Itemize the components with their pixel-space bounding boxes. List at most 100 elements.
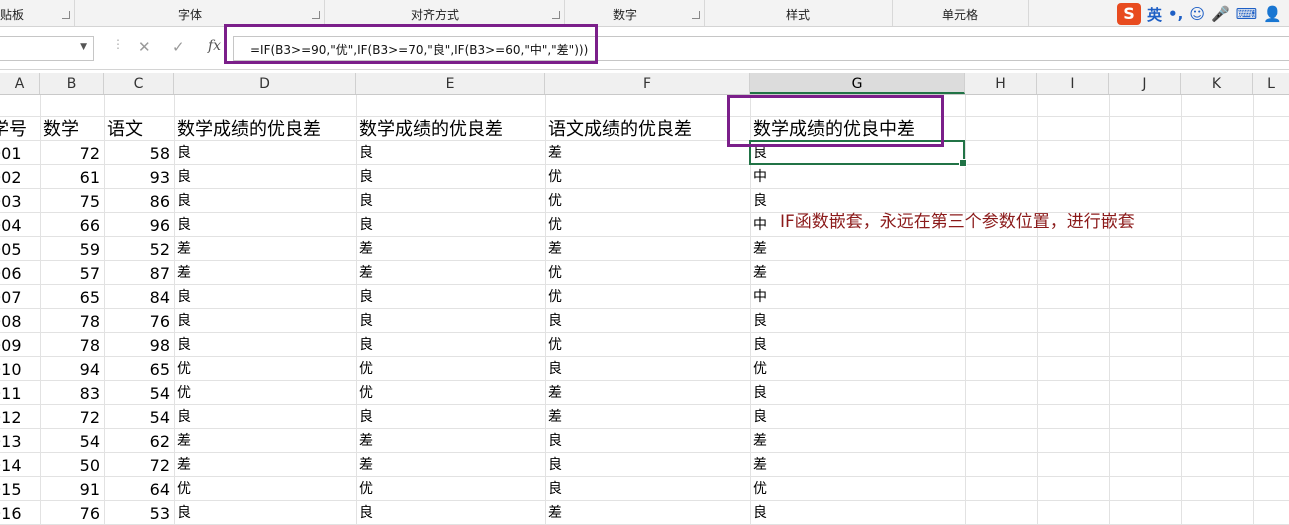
cell-id[interactable]: 006 xyxy=(0,261,40,285)
column-header-i[interactable]: I xyxy=(1037,73,1109,94)
cell-e[interactable]: 良 xyxy=(359,213,544,237)
column-header-e[interactable]: E xyxy=(356,73,545,94)
cell-d[interactable]: 差 xyxy=(177,453,355,477)
cell-g[interactable]: 良 xyxy=(753,333,964,357)
column-header-j[interactable]: J xyxy=(1109,73,1181,94)
worksheet-grid[interactable]: 学号 数学 语文 数学成绩的优良差 数学成绩的优良差 语文成绩的优良差 数学成绩… xyxy=(0,95,1289,525)
cell-d[interactable]: 良 xyxy=(177,165,355,189)
cell-g[interactable]: 优 xyxy=(753,477,964,501)
cell-g[interactable]: 差 xyxy=(753,237,964,261)
cell-math[interactable]: 78 xyxy=(40,333,100,357)
font-launcher-icon[interactable] xyxy=(312,11,320,19)
cell-f[interactable]: 良 xyxy=(548,429,749,453)
cell-id[interactable]: 004 xyxy=(0,213,40,237)
header-cell-d[interactable]: 数学成绩的优良差 xyxy=(177,117,355,141)
cell-e[interactable]: 良 xyxy=(359,165,544,189)
cell-chinese[interactable]: 58 xyxy=(104,141,170,165)
cell-math[interactable]: 65 xyxy=(40,285,100,309)
cell-id[interactable]: 008 xyxy=(0,309,40,333)
cell-e[interactable]: 良 xyxy=(359,501,544,525)
cell-d[interactable]: 良 xyxy=(177,213,355,237)
cell-g[interactable]: 差 xyxy=(753,453,964,477)
number-launcher-icon[interactable] xyxy=(692,11,700,19)
column-header-f[interactable]: F xyxy=(545,73,750,94)
cell-id[interactable]: 001 xyxy=(0,141,40,165)
cell-g[interactable]: 优 xyxy=(753,357,964,381)
sogou-logo-icon[interactable]: S xyxy=(1117,3,1141,25)
cell-chinese[interactable]: 76 xyxy=(104,309,170,333)
name-box[interactable]: ▼ xyxy=(0,36,94,61)
cell-chinese[interactable]: 65 xyxy=(104,357,170,381)
chevron-down-icon[interactable]: ▼ xyxy=(80,42,87,52)
column-header-a[interactable]: A xyxy=(0,73,40,94)
cell-math[interactable]: 59 xyxy=(40,237,100,261)
user-icon[interactable]: 👤 xyxy=(1263,5,1282,23)
cell-math[interactable]: 57 xyxy=(40,261,100,285)
cell-e[interactable]: 良 xyxy=(359,189,544,213)
header-cell-chinese[interactable]: 语文 xyxy=(107,117,173,141)
cell-math[interactable]: 72 xyxy=(40,141,100,165)
cell-math[interactable]: 83 xyxy=(40,381,100,405)
cell-math[interactable]: 78 xyxy=(40,309,100,333)
cell-d[interactable]: 差 xyxy=(177,237,355,261)
cell-g[interactable]: 良 xyxy=(753,381,964,405)
cell-d[interactable]: 差 xyxy=(177,261,355,285)
cell-chinese[interactable]: 52 xyxy=(104,237,170,261)
cell-id[interactable]: 009 xyxy=(0,333,40,357)
cell-chinese[interactable]: 53 xyxy=(104,501,170,525)
cell-d[interactable]: 良 xyxy=(177,309,355,333)
cell-d[interactable]: 优 xyxy=(177,357,355,381)
cell-g[interactable]: 良 xyxy=(753,501,964,525)
cell-id[interactable]: 015 xyxy=(0,477,40,501)
microphone-icon[interactable]: 🎤 xyxy=(1211,5,1230,23)
cell-f[interactable]: 优 xyxy=(548,165,749,189)
cell-g[interactable]: 中 xyxy=(753,285,964,309)
header-cell-math[interactable]: 数学 xyxy=(43,117,103,141)
cell-d[interactable]: 优 xyxy=(177,381,355,405)
cell-e[interactable]: 差 xyxy=(359,237,544,261)
cell-d[interactable]: 差 xyxy=(177,429,355,453)
column-header-c[interactable]: C xyxy=(104,73,174,94)
alignment-launcher-icon[interactable] xyxy=(552,11,560,19)
cell-id[interactable]: 002 xyxy=(0,165,40,189)
insert-function-icon[interactable]: fx xyxy=(208,38,221,54)
cell-f[interactable]: 优 xyxy=(548,285,749,309)
cell-f[interactable]: 优 xyxy=(548,189,749,213)
cell-id[interactable]: 016 xyxy=(0,501,40,525)
column-header-b[interactable]: B xyxy=(40,73,104,94)
cell-e[interactable]: 良 xyxy=(359,309,544,333)
fill-handle[interactable] xyxy=(959,159,967,167)
keyboard-icon[interactable]: ⌨ xyxy=(1236,5,1258,23)
cell-f[interactable]: 差 xyxy=(548,501,749,525)
cell-d[interactable]: 良 xyxy=(177,189,355,213)
cell-d[interactable]: 优 xyxy=(177,477,355,501)
cell-g[interactable]: 差 xyxy=(753,261,964,285)
cell-chinese[interactable]: 96 xyxy=(104,213,170,237)
cell-f[interactable]: 优 xyxy=(548,213,749,237)
cell-g[interactable]: 良 xyxy=(753,405,964,429)
cell-f[interactable]: 差 xyxy=(548,405,749,429)
cell-id[interactable]: 012 xyxy=(0,405,40,429)
cell-e[interactable]: 良 xyxy=(359,405,544,429)
cell-chinese[interactable]: 93 xyxy=(104,165,170,189)
cell-chinese[interactable]: 72 xyxy=(104,453,170,477)
more-options-icon[interactable]: ⋮ xyxy=(112,37,124,51)
cell-id[interactable]: 013 xyxy=(0,429,40,453)
cell-math[interactable]: 66 xyxy=(40,213,100,237)
cell-math[interactable]: 75 xyxy=(40,189,100,213)
cell-math[interactable]: 61 xyxy=(40,165,100,189)
cell-e[interactable]: 良 xyxy=(359,333,544,357)
cell-f[interactable]: 良 xyxy=(548,357,749,381)
cell-d[interactable]: 良 xyxy=(177,333,355,357)
cell-e[interactable]: 差 xyxy=(359,453,544,477)
cell-e[interactable]: 良 xyxy=(359,141,544,165)
cell-d[interactable]: 良 xyxy=(177,405,355,429)
cell-f[interactable]: 良 xyxy=(548,309,749,333)
cell-f[interactable]: 良 xyxy=(548,453,749,477)
cell-e[interactable]: 优 xyxy=(359,357,544,381)
cell-e[interactable]: 良 xyxy=(359,285,544,309)
cell-math[interactable]: 94 xyxy=(40,357,100,381)
header-cell-f[interactable]: 语文成绩的优良差 xyxy=(548,117,749,141)
cell-id[interactable]: 010 xyxy=(0,357,40,381)
cell-d[interactable]: 良 xyxy=(177,285,355,309)
